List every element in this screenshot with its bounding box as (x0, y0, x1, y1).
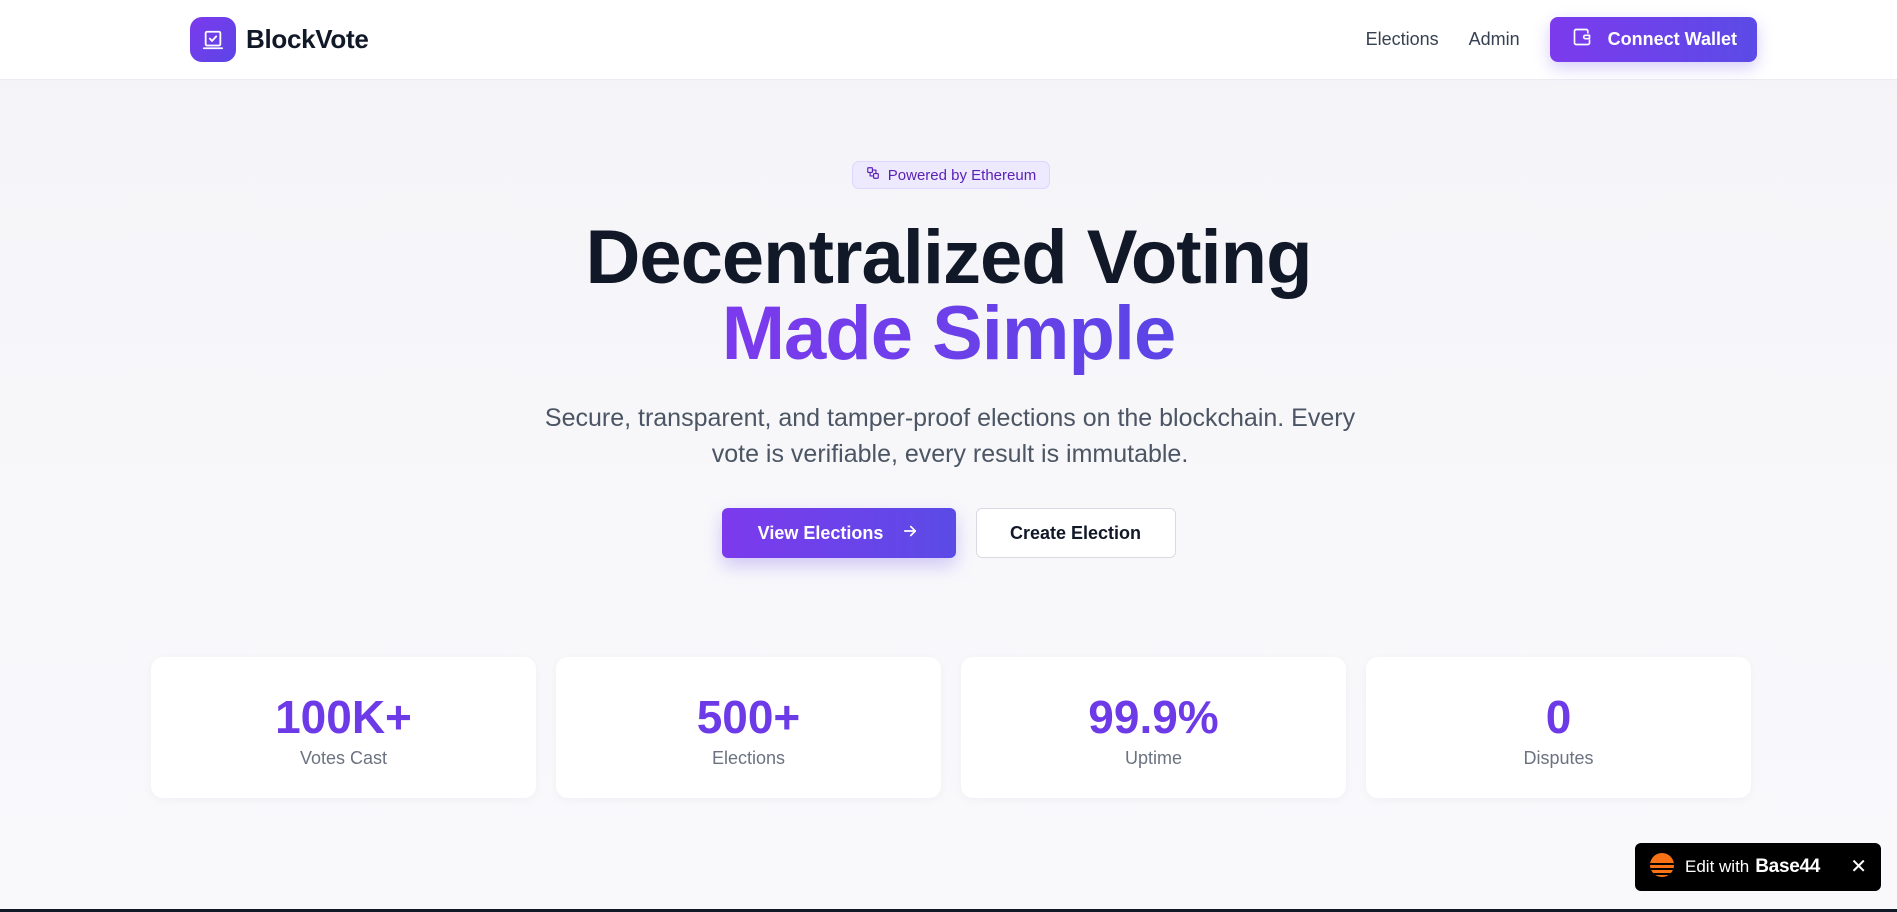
top-nav-bar: BlockVote Elections Admin Connect Wallet (0, 0, 1897, 80)
hero-title-line1: Decentralized Voting (585, 215, 1312, 300)
connect-wallet-button[interactable]: Connect Wallet (1549, 17, 1757, 62)
nav-link-admin[interactable]: Admin (1469, 29, 1520, 50)
blocks-icon (866, 166, 880, 184)
brand-logo[interactable]: BlockVote (190, 17, 369, 62)
view-elections-label: View Elections (757, 522, 884, 543)
view-elections-button[interactable]: View Elections (721, 508, 956, 558)
hero-actions: View Elections Create Election (0, 508, 1897, 558)
create-election-label: Create Election (1009, 522, 1142, 543)
powered-by-badge: Powered by Ethereum (852, 161, 1050, 189)
close-icon[interactable]: ✕ (1850, 857, 1867, 877)
page: BlockVote Elections Admin Connect Wallet (0, 0, 1897, 912)
wallet-icon (1572, 27, 1592, 52)
stat-card-votes: 100K+ Votes Cast (151, 657, 536, 798)
stat-label: Votes Cast (299, 748, 388, 768)
stats-row: 100K+ Votes Cast 500+ Elections 99.9% Up… (151, 657, 1751, 798)
stat-card-elections: 500+ Elections (556, 657, 941, 798)
hero-title-line2: Made Simple (0, 292, 1897, 376)
stat-label: Uptime (1124, 748, 1182, 768)
stat-label: Elections (711, 748, 786, 768)
vote-check-icon (190, 17, 236, 62)
stat-value: 500+ (696, 691, 801, 743)
stat-card-disputes: 0 Disputes (1366, 657, 1751, 798)
brand-name: BlockVote (246, 24, 369, 54)
stat-value: 99.9% (1088, 691, 1219, 743)
toast-prefix: Edit with (1685, 857, 1750, 876)
toast-text: Edit with Base44 (1685, 856, 1820, 878)
stat-value: 100K+ (275, 691, 412, 743)
toast-brand: Base44 (1755, 856, 1821, 877)
base44-sun-icon (1649, 852, 1675, 883)
stat-label: Disputes (1523, 748, 1594, 768)
edit-with-base44-toast[interactable]: Edit with Base44 ✕ (1635, 843, 1881, 891)
stat-value: 0 (1545, 691, 1572, 743)
nav-link-elections[interactable]: Elections (1366, 29, 1439, 50)
hero-subtitle: Secure, transparent, and tamper-proof el… (544, 404, 1356, 468)
connect-wallet-label: Connect Wallet (1607, 29, 1737, 49)
arrow-right-icon (901, 522, 919, 545)
stat-card-uptime: 99.9% Uptime (961, 657, 1346, 798)
create-election-button[interactable]: Create Election (975, 508, 1176, 558)
main-nav: Elections Admin Connect Wallet (1366, 17, 1757, 62)
hero-title-highlight: Made Simple (721, 291, 1177, 376)
badge-label: Powered by Ethereum (887, 166, 1037, 184)
